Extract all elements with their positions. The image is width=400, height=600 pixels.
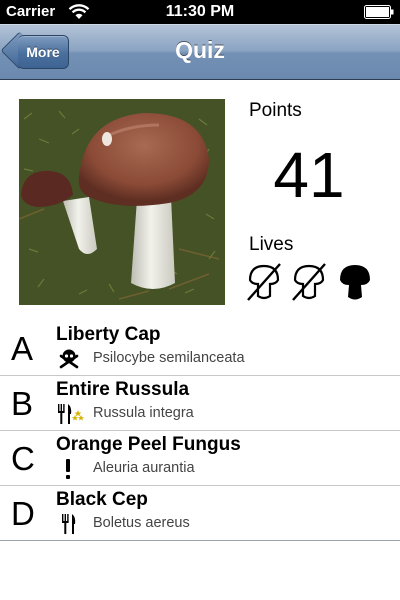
navigation-bar: More Quiz — [0, 24, 400, 80]
mushroom-crossed-icon — [292, 263, 326, 301]
answer-latin-name: Aleuria aurantia — [93, 460, 195, 476]
answer-latin-name: Russula integra — [93, 405, 194, 421]
answer-letter: B — [11, 385, 34, 422]
exclamation-icon — [66, 459, 70, 479]
answer-common-name: Entire Russula — [56, 379, 190, 400]
points-label: Points — [249, 100, 302, 121]
battery-icon — [364, 5, 394, 19]
page-title: Quiz — [175, 37, 225, 63]
mushroom-photo — [19, 99, 225, 305]
points-value: 41 — [273, 139, 345, 211]
fork-knife-stars-icon — [58, 404, 84, 424]
list-divider — [0, 540, 400, 541]
fork-knife-icon — [62, 514, 76, 534]
mushroom-icon — [340, 265, 370, 300]
answer-option-d[interactable]: D Black Cep Boletus aereus — [0, 486, 400, 541]
mushroom-crossed-icon — [247, 263, 281, 301]
answer-option-c[interactable]: C Orange Peel Fungus Aleuria aurantia — [0, 431, 400, 486]
answer-option-a[interactable]: A Liberty Cap Psilocybe semilanceata — [0, 321, 400, 376]
skull-crossbones-icon — [59, 349, 79, 369]
answer-latin-name: Boletus aereus — [93, 515, 190, 531]
answer-letter: C — [11, 440, 35, 477]
answer-letter: A — [11, 330, 34, 367]
answer-letter: D — [11, 495, 35, 532]
answer-common-name: Orange Peel Fungus — [56, 434, 241, 455]
answer-common-name: Liberty Cap — [56, 324, 161, 345]
answer-common-name: Black Cep — [56, 489, 148, 510]
answer-latin-name: Psilocybe semilanceata — [93, 350, 245, 366]
status-time: 11:30 PM — [165, 3, 235, 20]
status-bar: Carrier 11:30 PM — [0, 0, 400, 24]
answer-option-b[interactable]: B Entire Russula Russula integra — [0, 376, 400, 431]
lives-label: Lives — [249, 234, 294, 255]
